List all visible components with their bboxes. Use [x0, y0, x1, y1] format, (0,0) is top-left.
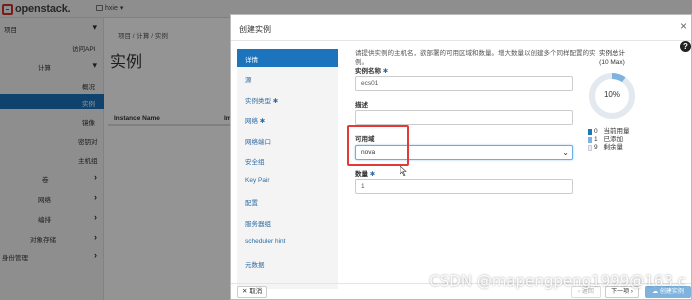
wizard-steps: 详情 源 实例类型 ✱ 网络 ✱ 网络端口 安全组 Key Pair 配置 服务…	[237, 49, 338, 289]
step-security-groups[interactable]: 安全组	[237, 151, 338, 169]
step-label: 配置	[245, 200, 258, 207]
step-scheduler-hint[interactable]: scheduler hint	[237, 233, 338, 251]
step-label: 网络端口	[245, 139, 271, 146]
step-label: 源	[245, 77, 252, 84]
step-label: 网络 ✱	[245, 118, 266, 125]
required-icon: ✱	[382, 68, 389, 75]
highlight-annotation	[347, 125, 409, 166]
required-icon: ✱	[259, 118, 266, 125]
quota-title: 实例总计 (10 Max)	[599, 50, 625, 66]
legend-swatch	[588, 129, 592, 135]
step-flavor[interactable]: 实例类型 ✱	[237, 90, 338, 108]
legend-item-added: 1 已添加	[588, 136, 629, 144]
step-networks[interactable]: 网络 ✱	[237, 110, 338, 128]
form-description: 请提供实例的主机名，欲部署的可用区域和数量。增大数量以创建多个同样配置的实例。	[355, 50, 596, 66]
modal-header: 创建实例 ×	[231, 15, 691, 41]
quota-percent: 10%	[603, 90, 620, 99]
required-icon: ✱	[369, 171, 376, 178]
mouse-cursor-icon	[400, 166, 407, 176]
watermark: CSDN @mapengpeng1999@163.c	[429, 272, 686, 290]
help-icon[interactable]: ?	[680, 41, 691, 52]
count-label: 数量 ✱	[355, 171, 376, 178]
quota-legend: 0 当前用量 1 已添加 9 剩余量	[588, 128, 629, 152]
description-label: 描述	[355, 102, 368, 109]
instance-name-input[interactable]: ecs01	[355, 76, 573, 91]
step-label: 安全组	[245, 159, 265, 166]
quota-donut: 10%	[586, 70, 638, 122]
step-label: 服务器组	[245, 221, 271, 228]
close-icon[interactable]: ×	[680, 20, 687, 32]
chevron-down-icon: ⌄	[562, 148, 569, 157]
step-configuration[interactable]: 配置	[237, 192, 338, 210]
step-details[interactable]: 详情	[237, 49, 338, 67]
step-metadata[interactable]: 元数据	[237, 254, 338, 272]
required-icon: ✱	[272, 98, 279, 105]
step-network-ports[interactable]: 网络端口	[237, 131, 338, 149]
cancel-button[interactable]: ✕ 取消	[237, 286, 268, 298]
description-input[interactable]	[355, 110, 573, 125]
step-label: Key Pair	[245, 177, 270, 184]
count-input[interactable]: 1	[355, 179, 573, 194]
modal-title: 创建实例	[239, 25, 271, 34]
step-label: 详情	[245, 57, 258, 64]
instance-name-label: 实例名称 ✱	[355, 68, 389, 75]
legend-item-used: 0 当前用量	[588, 128, 629, 136]
step-label: 元数据	[245, 262, 265, 269]
legend-item-remaining: 9 剩余量	[588, 144, 629, 152]
legend-swatch	[588, 145, 592, 151]
step-key-pair[interactable]: Key Pair	[237, 172, 338, 190]
step-label: 实例类型 ✱	[245, 98, 279, 105]
legend-swatch	[588, 137, 592, 143]
step-label: scheduler hint	[245, 238, 286, 245]
step-source[interactable]: 源	[237, 69, 338, 87]
step-server-groups[interactable]: 服务器组	[237, 213, 338, 231]
